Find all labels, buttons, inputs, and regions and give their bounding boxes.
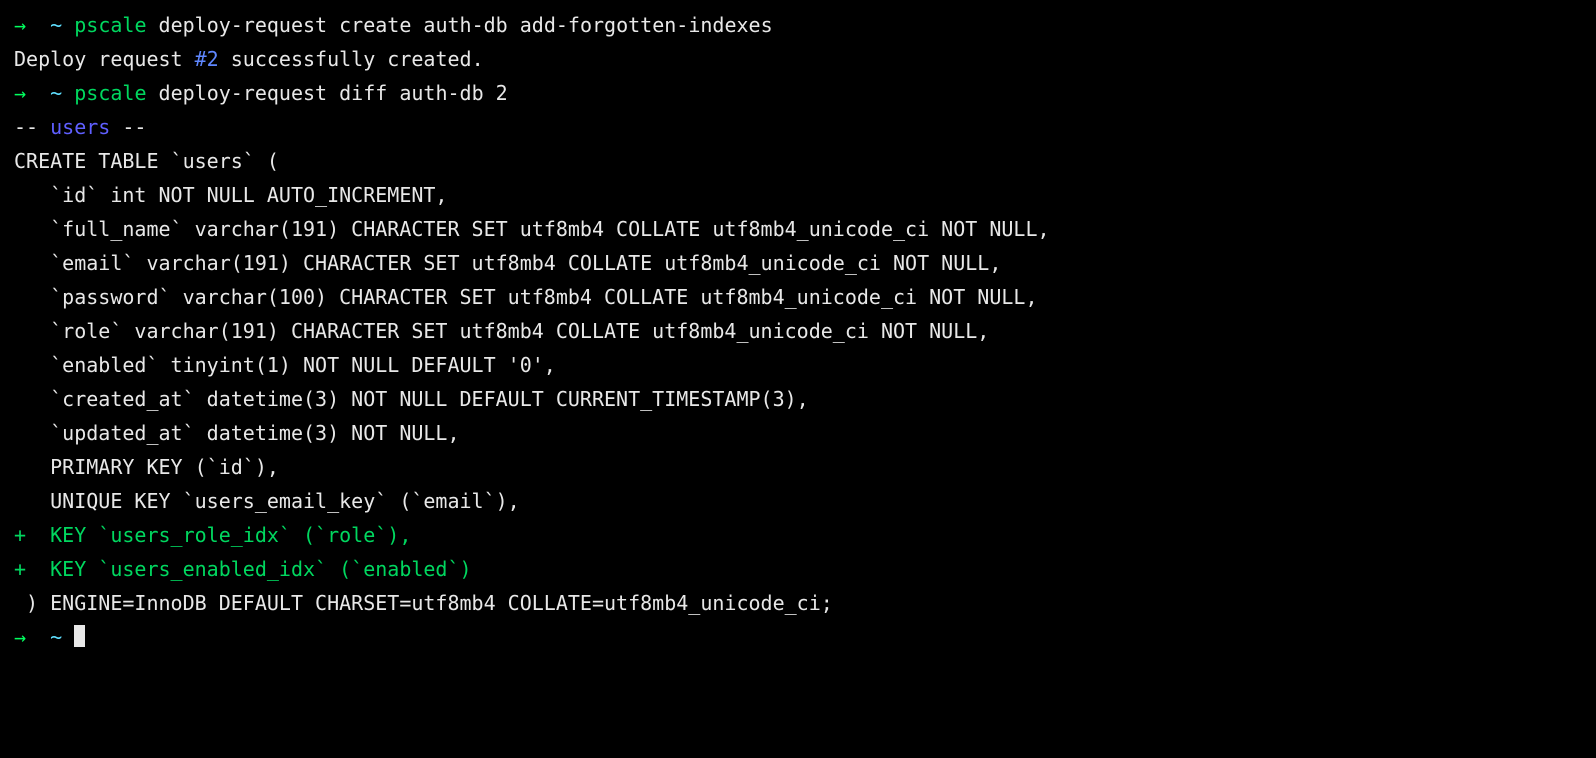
terminal-line: `email` varchar(191) CHARACTER SET utf8m… — [14, 246, 1582, 280]
sql-output: `id` int NOT NULL AUTO_INCREMENT, — [14, 183, 447, 207]
prompt-cwd: ~ — [50, 81, 62, 105]
prompt-arrow-icon: → — [14, 625, 26, 649]
deploy-request-number: #2 — [195, 47, 219, 71]
cursor-icon[interactable] — [74, 625, 85, 647]
terminal-line: + KEY `users_role_idx` (`role`), — [14, 518, 1582, 552]
output-text: successfully created. — [219, 47, 484, 71]
terminal-line: → ~ pscale deploy-request create auth-db… — [14, 8, 1582, 42]
terminal-line: `full_name` varchar(191) CHARACTER SET u… — [14, 212, 1582, 246]
terminal-line: + KEY `users_enabled_idx` (`enabled`) — [14, 552, 1582, 586]
diff-added-line: + KEY `users_enabled_idx` (`enabled`) — [14, 557, 472, 581]
sql-output: PRIMARY KEY (`id`), — [14, 455, 279, 479]
sql-output: `email` varchar(191) CHARACTER SET utf8m… — [14, 251, 1001, 275]
terminal-line: → ~ — [14, 620, 1582, 654]
terminal-line: `updated_at` datetime(3) NOT NULL, — [14, 416, 1582, 450]
sql-output: `password` varchar(100) CHARACTER SET ut… — [14, 285, 1038, 309]
terminal-line: `password` varchar(100) CHARACTER SET ut… — [14, 280, 1582, 314]
prompt-cwd: ~ — [50, 13, 62, 37]
command-args: deploy-request diff auth-db 2 — [146, 81, 507, 105]
prompt-cwd: ~ — [50, 625, 62, 649]
terminal-line: PRIMARY KEY (`id`), — [14, 450, 1582, 484]
terminal-line: CREATE TABLE `users` ( — [14, 144, 1582, 178]
terminal-line: Deploy request #2 successfully created. — [14, 42, 1582, 76]
sql-output: `created_at` datetime(3) NOT NULL DEFAUL… — [14, 387, 809, 411]
sql-output: `full_name` varchar(191) CHARACTER SET u… — [14, 217, 1050, 241]
terminal-line: `role` varchar(191) CHARACTER SET utf8mb… — [14, 314, 1582, 348]
terminal-line: `id` int NOT NULL AUTO_INCREMENT, — [14, 178, 1582, 212]
diff-added-line: + KEY `users_role_idx` (`role`), — [14, 523, 411, 547]
sql-output: ) ENGINE=InnoDB DEFAULT CHARSET=utf8mb4 … — [14, 591, 833, 615]
diff-marker: -- — [110, 115, 146, 139]
sql-output: `updated_at` datetime(3) NOT NULL, — [14, 421, 460, 445]
diff-table-name: users — [50, 115, 110, 139]
terminal-line: `enabled` tinyint(1) NOT NULL DEFAULT '0… — [14, 348, 1582, 382]
output-text: Deploy request — [14, 47, 195, 71]
sql-output: CREATE TABLE `users` ( — [14, 149, 279, 173]
command-name: pscale — [74, 81, 146, 105]
diff-marker: -- — [14, 115, 50, 139]
prompt-arrow-icon: → — [14, 81, 26, 105]
command-args: deploy-request create auth-db add-forgot… — [146, 13, 772, 37]
sql-output: UNIQUE KEY `users_email_key` (`email`), — [14, 489, 520, 513]
command-name: pscale — [74, 13, 146, 37]
sql-output: `enabled` tinyint(1) NOT NULL DEFAULT '0… — [14, 353, 556, 377]
terminal-line: `created_at` datetime(3) NOT NULL DEFAUL… — [14, 382, 1582, 416]
prompt-arrow-icon: → — [14, 13, 26, 37]
terminal-output[interactable]: → ~ pscale deploy-request create auth-db… — [14, 8, 1582, 654]
terminal-line: UNIQUE KEY `users_email_key` (`email`), — [14, 484, 1582, 518]
terminal-line: -- users -- — [14, 110, 1582, 144]
terminal-line: → ~ pscale deploy-request diff auth-db 2 — [14, 76, 1582, 110]
sql-output: `role` varchar(191) CHARACTER SET utf8mb… — [14, 319, 989, 343]
terminal-line: ) ENGINE=InnoDB DEFAULT CHARSET=utf8mb4 … — [14, 586, 1582, 620]
